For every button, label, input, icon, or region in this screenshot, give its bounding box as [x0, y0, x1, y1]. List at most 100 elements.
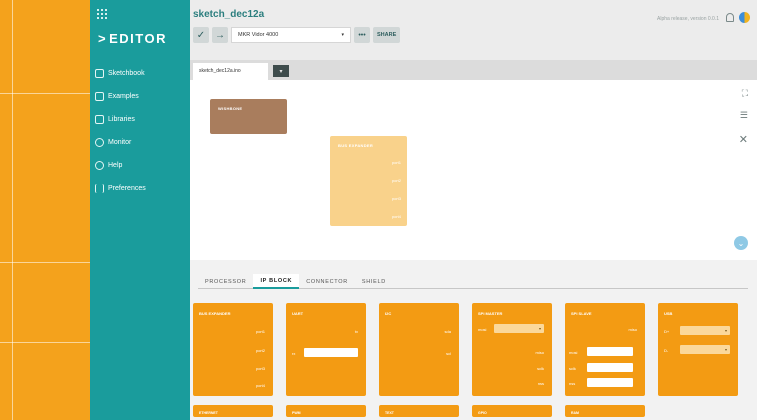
block-title: UART — [292, 311, 304, 316]
block-port: sda — [444, 329, 451, 334]
backdrop-line — [0, 93, 90, 94]
tab-connector[interactable]: CONNECTOR — [299, 274, 355, 289]
editor-logo: > EDITOR — [98, 31, 167, 46]
tab-shield[interactable]: SHIELD — [355, 274, 393, 289]
block-port[interactable]: port1 — [392, 160, 401, 165]
sidebar-item-examples[interactable]: Examples — [95, 85, 190, 108]
block-title: SPI MASTER — [478, 311, 503, 316]
board-select[interactable]: MKR Vidor 4000 ▾ — [231, 27, 351, 43]
usb-dplus-select[interactable]: ▾ — [680, 326, 730, 335]
file-tab-bar: sketch_dec12a.ino ▾ — [190, 60, 757, 80]
block-canvas[interactable]: ⛶ ☰ ✕ WISHBONE BUS EXPANDER port1 port2 … — [190, 80, 757, 260]
canvas-block-bus-expander[interactable]: BUS EXPANDER port1 port2 port3 port4 — [330, 136, 407, 226]
tab-sketch-file[interactable]: sketch_dec12a.ino — [193, 63, 268, 80]
block-port[interactable]: port2 — [392, 178, 401, 183]
ip-block-spi-master[interactable]: SPI MASTER mosi ▾ miso sclk nss — [472, 303, 552, 396]
sidebar-item-label: Libraries — [108, 116, 135, 123]
backdrop-line — [12, 0, 13, 420]
uart-rx-field[interactable] — [304, 348, 358, 357]
ip-block-ram[interactable]: RAM — [565, 405, 645, 417]
backdrop-line — [0, 262, 90, 263]
fullscreen-icon[interactable]: ⛶ — [742, 88, 748, 99]
release-label: Alpha release, version 0.0.1 — [657, 16, 719, 22]
sidebar-item-monitor[interactable]: Monitor — [95, 131, 190, 154]
block-port: port2 — [255, 348, 265, 353]
ip-block-usb[interactable]: USB D+ ▾ D- ▾ — [658, 303, 738, 396]
tab-processor[interactable]: PROCESSOR — [198, 274, 253, 289]
panel-tabs: PROCESSOR IP BLOCK CONNECTOR SHIELD — [198, 274, 748, 289]
verify-button[interactable]: ✓ — [193, 27, 209, 43]
spi-slave-nss-field[interactable] — [587, 378, 633, 387]
tab-menu-button[interactable]: ▾ — [273, 65, 289, 77]
usb-dminus-select[interactable]: ▾ — [680, 345, 730, 354]
tab-ip-block[interactable]: IP BLOCK — [253, 274, 300, 289]
header: sketch_dec12a Alpha release, version 0.0… — [190, 0, 757, 60]
sidebar-item-preferences[interactable]: Preferences — [95, 177, 190, 200]
main-area: sketch_dec12a Alpha release, version 0.0… — [190, 0, 757, 420]
ip-block-bus-expander[interactable]: BUS EXPANDER port1 port2 port3 port4 — [193, 303, 273, 396]
canvas-block-wishbone[interactable]: WISHBONE — [210, 99, 287, 134]
spi-master-select[interactable]: ▾ — [494, 324, 544, 333]
spi-slave-sclk-field[interactable] — [587, 363, 633, 372]
board-select-value: MKR Vidor 4000 — [238, 32, 279, 38]
block-port: nss — [569, 381, 576, 386]
sidebar: > EDITOR Sketchbook Examples Libraries Mo… — [90, 0, 190, 420]
block-port: rx — [292, 351, 296, 356]
ip-block-spi-slave[interactable]: SPI SLAVE miso mosi sclk nss — [565, 303, 645, 396]
block-title: ETHERNET — [199, 411, 218, 415]
sidebar-item-libraries[interactable]: Libraries — [95, 108, 190, 131]
ip-block-pwm[interactable]: PWM — [286, 405, 366, 417]
block-port[interactable]: port4 — [392, 214, 401, 219]
ip-block-text[interactable]: TEXT — [379, 405, 459, 417]
monitor-icon — [95, 138, 104, 147]
block-port: tx — [354, 329, 358, 334]
sidebar-item-label: Help — [108, 162, 123, 169]
sidebar-nav: Sketchbook Examples Libraries Monitor He… — [95, 62, 190, 200]
folder-icon — [95, 69, 104, 78]
logo-chevron: > — [98, 31, 108, 46]
sidebar-item-label: Examples — [108, 93, 139, 100]
bell-icon[interactable] — [726, 13, 734, 22]
examples-icon — [95, 92, 104, 101]
close-icon[interactable]: ✕ — [739, 133, 748, 146]
spi-slave-mosi-field[interactable] — [587, 347, 633, 356]
block-port: scl — [446, 351, 451, 356]
block-port: sclk — [537, 366, 544, 371]
block-port: miso — [628, 327, 637, 332]
block-title: PWM — [292, 411, 301, 415]
ip-block-gpio[interactable]: GPIO — [472, 405, 552, 417]
block-port: D+ — [664, 329, 670, 334]
block-title: WISHBONE — [218, 106, 243, 111]
toolbar: ✓ → MKR Vidor 4000 ▾ ••• SHARE — [193, 27, 401, 43]
backdrop-line — [0, 342, 90, 343]
help-icon — [95, 161, 104, 170]
block-title: GPIO — [478, 411, 487, 415]
logo-text: EDITOR — [109, 31, 167, 46]
block-port: sclk — [569, 366, 576, 371]
block-port: port4 — [255, 383, 265, 388]
block-port: port1 — [255, 329, 265, 334]
block-port: port3 — [255, 366, 265, 371]
block-title: SPI SLAVE — [571, 311, 592, 316]
block-port[interactable]: port3 — [392, 196, 401, 201]
block-port: mosi — [478, 327, 487, 332]
ip-block-uart[interactable]: UART tx rx — [286, 303, 366, 396]
user-avatar-icon[interactable] — [739, 12, 750, 23]
upload-button[interactable]: → — [212, 27, 228, 43]
sidebar-item-label: Preferences — [108, 185, 146, 192]
block-title: BUS EXPANDER — [199, 311, 231, 316]
share-button[interactable]: SHARE — [373, 27, 401, 43]
scroll-down-button[interactable]: ⌄ — [734, 236, 748, 250]
indent-icon[interactable]: ☰ — [740, 110, 748, 121]
sidebar-item-help[interactable]: Help — [95, 154, 190, 177]
sidebar-item-sketchbook[interactable]: Sketchbook — [95, 62, 190, 85]
block-title: USB — [664, 311, 673, 316]
ip-block-i2c[interactable]: I2C sda scl — [379, 303, 459, 396]
apps-grid-icon[interactable] — [97, 9, 107, 19]
libraries-icon — [95, 115, 104, 124]
ip-block-ethernet[interactable]: ETHERNET — [193, 405, 273, 417]
more-button[interactable]: ••• — [354, 27, 370, 43]
block-title: I2C — [385, 311, 392, 316]
chevron-down-icon: ▾ — [341, 32, 344, 38]
block-port: mosi — [569, 350, 578, 355]
